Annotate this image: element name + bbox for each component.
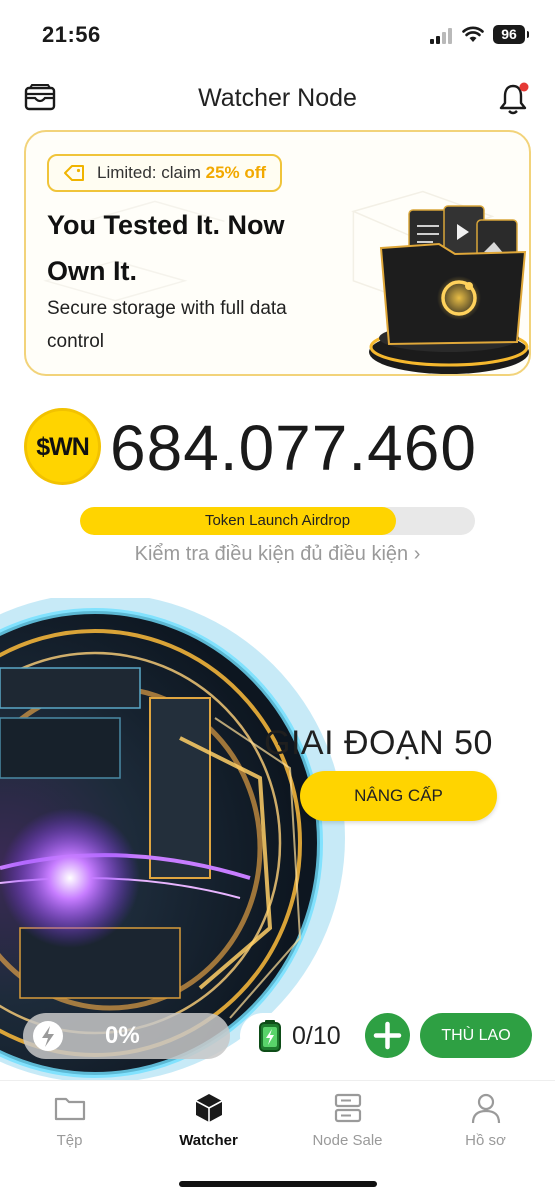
swn-token-logo: $WN — [24, 408, 101, 485]
stage-title: GIAI ĐOẠN 50 — [264, 724, 493, 762]
energy-indicator: 0% — [23, 1013, 230, 1059]
signal-icon — [430, 28, 454, 44]
token-logo-text: $WN — [36, 433, 90, 461]
status-time: 21:56 — [42, 22, 101, 47]
battery-count: 0/10 — [292, 1022, 341, 1050]
tab-watcher[interactable]: Watcher — [139, 1091, 278, 1149]
discount-tag: Limited: claim 25% off — [47, 154, 283, 192]
tab-files[interactable]: Tệp — [0, 1091, 139, 1149]
lightning-icon — [33, 1021, 63, 1051]
tab-node-sale[interactable]: Node Sale — [278, 1091, 417, 1149]
bell-icon[interactable] — [498, 80, 532, 116]
promo-subtitle: Secure storage with full data control — [47, 298, 287, 352]
plus-icon — [373, 1021, 402, 1050]
home-indicator — [179, 1181, 377, 1187]
battery-icon — [259, 1020, 281, 1052]
tab-watcher-label: Watcher — [179, 1132, 238, 1149]
reward-button[interactable]: THÙ LAO — [420, 1013, 532, 1058]
cube-icon — [195, 1094, 222, 1122]
tab-files-label: Tệp — [56, 1132, 83, 1149]
battery-indicator: 96 — [493, 25, 529, 44]
add-battery-button[interactable] — [365, 1013, 410, 1058]
promo-title: You Tested It. Now Own It. — [47, 210, 285, 286]
promo-card[interactable]: Limited: claim 25% off You Tested It. No… — [24, 130, 531, 376]
status-bar: 21:56 96 — [0, 0, 555, 66]
upgrade-button[interactable]: NÂNG CẤP — [300, 771, 497, 821]
balance-value: 684.077.460 — [110, 412, 477, 484]
eligibility-link[interactable]: Kiểm tra điều kiện đủ điều kiện › — [0, 543, 555, 566]
airdrop-progress-bar: Token Launch Airdrop — [80, 507, 475, 535]
user-icon — [471, 1093, 500, 1124]
tab-profile-label: Hồ sơ — [465, 1132, 506, 1149]
folder-icon — [54, 1097, 85, 1121]
page-title: Watcher Node — [198, 84, 357, 112]
token-balance: $WN 684.077.460 — [24, 404, 544, 488]
wifi-icon — [462, 26, 484, 42]
tab-profile[interactable]: Hồ sơ — [416, 1091, 555, 1149]
folder-storage-illustration — [369, 205, 529, 374]
tab-node-sale-label: Node Sale — [312, 1132, 383, 1149]
tag-icon — [64, 165, 84, 181]
discount-tag-text: Limited: claim — [97, 163, 206, 182]
server-icon — [334, 1093, 361, 1123]
energy-value: 0% — [105, 1022, 140, 1049]
airdrop-label: Token Launch Airdrop — [204, 512, 351, 529]
discount-highlight: 25% off — [205, 163, 267, 182]
header: Watcher Node — [0, 72, 555, 124]
